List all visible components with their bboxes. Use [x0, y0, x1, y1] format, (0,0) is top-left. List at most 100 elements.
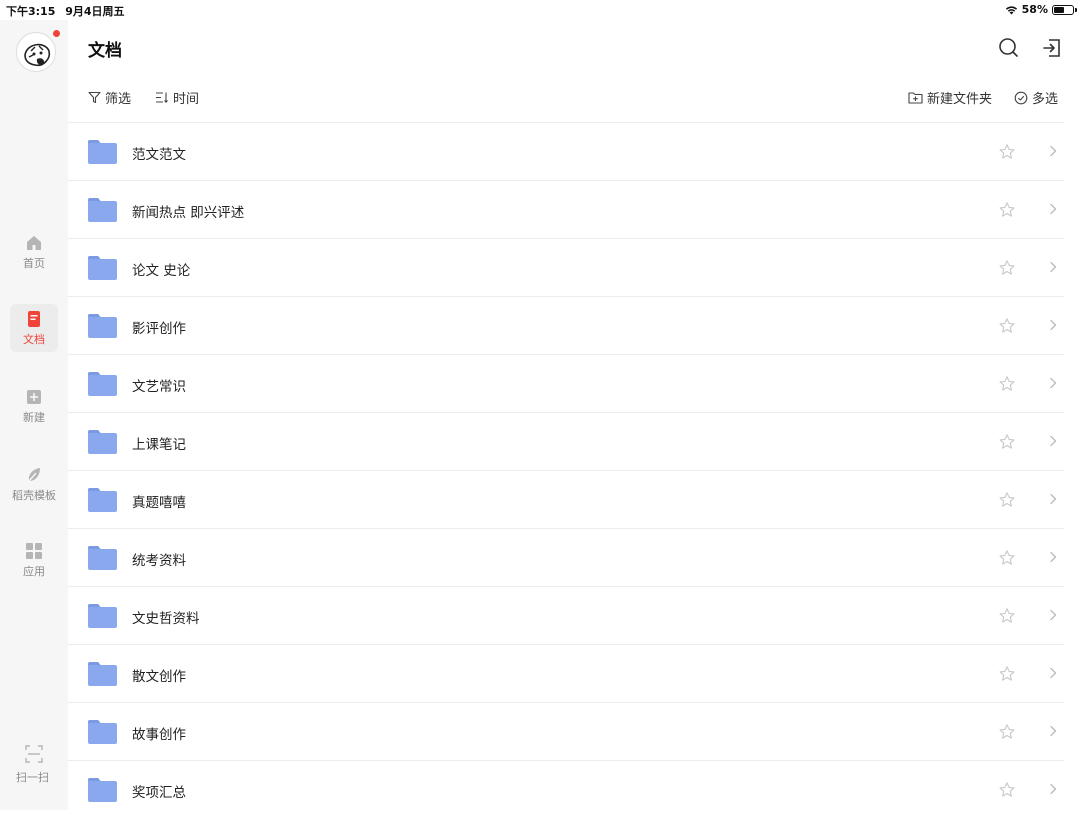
folder-icon — [88, 372, 117, 396]
battery-icon — [1052, 4, 1077, 15]
status-date: 9月4日周五 — [65, 5, 125, 18]
sidebar-item-label: 应用 — [23, 564, 45, 578]
chevron-right-icon[interactable] — [1046, 376, 1060, 390]
folder-name: 散文创作 — [132, 669, 186, 685]
folder-name: 奖项汇总 — [132, 785, 186, 801]
chevron-right-icon[interactable] — [1046, 318, 1060, 332]
star-icon[interactable] — [998, 549, 1016, 567]
star-icon[interactable] — [998, 665, 1016, 683]
folder-icon — [88, 314, 117, 338]
star-icon[interactable] — [998, 433, 1016, 451]
folder-icon — [88, 488, 117, 512]
home-icon — [25, 234, 43, 252]
wifi-icon — [1005, 5, 1017, 14]
star-icon[interactable] — [998, 259, 1016, 277]
sort-label: 时间 — [173, 92, 200, 107]
chevron-right-icon[interactable] — [1046, 492, 1060, 506]
star-icon[interactable] — [998, 607, 1016, 625]
folder-row[interactable]: 影评创作 — [68, 296, 1064, 354]
folder-name: 真题嘻嘻 — [132, 495, 186, 511]
document-icon — [25, 310, 43, 328]
folder-row[interactable]: 上课笔记 — [68, 412, 1064, 470]
chevron-right-icon[interactable] — [1046, 608, 1060, 622]
folder-icon — [88, 604, 117, 628]
folder-icon — [88, 140, 117, 164]
sidebar-item-templates[interactable]: 稻壳模板 — [6, 460, 62, 508]
star-icon[interactable] — [998, 491, 1016, 509]
chevron-right-icon[interactable] — [1046, 144, 1060, 158]
multi-select-button[interactable]: 多选 — [1014, 88, 1058, 107]
sidebar-item-apps[interactable]: 应用 — [10, 536, 58, 584]
grid-icon — [25, 542, 43, 560]
star-icon[interactable] — [998, 317, 1016, 335]
chevron-right-icon[interactable] — [1046, 782, 1060, 796]
logout-icon[interactable] — [1040, 36, 1064, 60]
folder-row[interactable]: 散文创作 — [68, 644, 1064, 702]
avatar[interactable] — [16, 32, 56, 72]
folder-row[interactable]: 统考资料 — [68, 528, 1064, 586]
folder-name: 影评创作 — [132, 321, 186, 337]
new-folder-label: 新建文件夹 — [927, 92, 993, 107]
battery-percent: 58% — [1021, 3, 1048, 16]
plus-icon — [25, 388, 43, 406]
folder-icon — [88, 546, 117, 570]
filter-icon — [88, 91, 101, 104]
sort-icon — [156, 92, 168, 104]
page-title: 文档 — [88, 41, 122, 61]
chevron-right-icon[interactable] — [1046, 666, 1060, 680]
filter-button[interactable]: 筛选 — [88, 88, 131, 107]
folder-row[interactable]: 故事创作 — [68, 702, 1064, 760]
folder-row[interactable]: 文艺常识 — [68, 354, 1064, 412]
folder-name: 论文 史论 — [132, 263, 191, 279]
status-time: 下午3:15 — [6, 5, 56, 18]
folder-row[interactable]: 奖项汇总 — [68, 760, 1064, 818]
filter-label: 筛选 — [105, 92, 132, 107]
sidebar-item-label: 首页 — [23, 256, 45, 270]
search-icon[interactable] — [997, 36, 1021, 60]
status-bar: 下午3:15 9月4日周五 58% — [0, 0, 1080, 20]
scan-label[interactable]: 扫一扫 — [16, 769, 49, 785]
chevron-right-icon[interactable] — [1046, 550, 1060, 564]
folder-row[interactable]: 文史哲资料 — [68, 586, 1064, 644]
star-icon[interactable] — [998, 375, 1016, 393]
sidebar-item-new[interactable]: 新建 — [10, 382, 58, 430]
folder-name: 新闻热点 即兴评述 — [132, 205, 245, 221]
status-left: 下午3:15 9月4日周五 — [6, 3, 131, 19]
star-icon[interactable] — [998, 201, 1016, 219]
folder-name: 范文范文 — [132, 147, 186, 163]
chevron-right-icon[interactable] — [1046, 724, 1060, 738]
sidebar-item-label: 文档 — [23, 332, 45, 346]
sidebar-item-home[interactable]: 首页 — [10, 228, 58, 276]
chevron-right-icon[interactable] — [1046, 260, 1060, 274]
folder-icon — [88, 720, 117, 744]
sidebar: 首页 文档 新建 稻壳模板 应用 扫一扫 — [0, 20, 68, 810]
star-icon[interactable] — [998, 723, 1016, 741]
folder-list: 范文范文 新闻热点 即兴评述 论文 史论 影评创作 文艺常识 上课笔记 真题嘻嘻… — [68, 122, 1064, 818]
new-folder-icon — [908, 92, 923, 104]
status-right: 58% — [1005, 3, 1077, 16]
folder-name: 上课笔记 — [132, 437, 186, 453]
folder-icon — [88, 778, 117, 802]
folder-row[interactable]: 范文范文 — [68, 122, 1064, 180]
sort-button[interactable]: 时间 — [155, 88, 199, 107]
folder-name: 统考资料 — [132, 553, 186, 569]
star-icon[interactable] — [998, 143, 1016, 161]
check-circle-icon — [1014, 91, 1028, 104]
folder-icon — [88, 256, 117, 280]
avatar-illustration-icon — [18, 34, 55, 71]
folder-icon — [88, 430, 117, 454]
star-icon[interactable] — [998, 781, 1016, 799]
chevron-right-icon[interactable] — [1046, 202, 1060, 216]
folder-row[interactable]: 真题嘻嘻 — [68, 470, 1064, 528]
new-folder-button[interactable]: 新建文件夹 — [908, 88, 992, 107]
battery-fill — [1054, 6, 1065, 13]
notification-dot — [53, 30, 60, 37]
scan-icon[interactable] — [25, 745, 43, 763]
sidebar-item-label: 稻壳模板 — [12, 488, 56, 502]
folder-row[interactable]: 新闻热点 即兴评述 — [68, 180, 1064, 238]
sidebar-item-label: 新建 — [23, 410, 45, 424]
folder-icon — [88, 662, 117, 686]
sidebar-item-documents[interactable]: 文档 — [10, 304, 58, 352]
chevron-right-icon[interactable] — [1046, 434, 1060, 448]
folder-row[interactable]: 论文 史论 — [68, 238, 1064, 296]
